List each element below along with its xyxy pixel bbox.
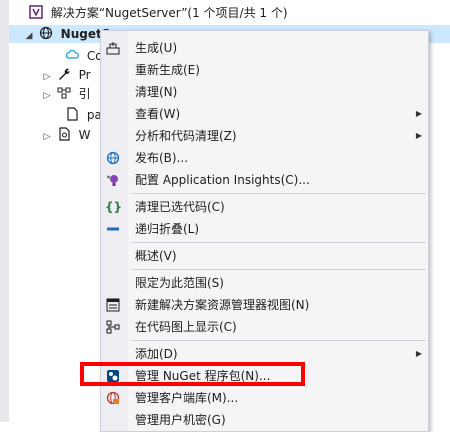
menu-item-overview[interactable]: 概述(V): [101, 245, 428, 267]
highlight-annotation-box: [80, 362, 305, 386]
menu-item-app-insights[interactable]: 配置 Application Insights(C)...: [101, 169, 428, 191]
solution-node[interactable]: 解决方案“NugetServer”(1 个项目/共 1 个): [29, 4, 288, 22]
menu-item-show-on-code-map[interactable]: 在代码图上显示(C): [101, 316, 428, 338]
menu-item-publish[interactable]: 发布(B)...: [101, 147, 428, 169]
collapse-icon: [105, 222, 121, 236]
client-lib-icon: [105, 391, 121, 405]
collapsed-arrow-icon[interactable]: ▷: [41, 87, 53, 105]
publish-globe-icon: [105, 151, 121, 165]
project-globe-icon: [39, 26, 52, 40]
code-map-icon: [105, 320, 121, 334]
submenu-arrow-icon: ▶: [415, 349, 422, 358]
submenu-arrow-icon: ▶: [415, 109, 422, 118]
tree-item-file[interactable]: pa: [65, 106, 102, 124]
menu-separator: [131, 193, 426, 194]
wrench-icon: [58, 68, 70, 80]
solution-explorer-left-strip: [0, 0, 9, 422]
menu-item-analyze[interactable]: 分析和代码清理(Z) ▶: [101, 125, 428, 147]
menu-item-build[interactable]: 生成(U): [101, 37, 428, 59]
collapsed-arrow-icon[interactable]: ▷: [41, 128, 53, 146]
menu-item-collapse-all[interactable]: 递归折叠(L): [101, 218, 428, 240]
tree-item-references[interactable]: ▷ 引: [41, 85, 91, 103]
file-icon: [67, 107, 78, 121]
menu-item-new-explorer-view[interactable]: 新建解决方案资源管理器视图(N): [101, 294, 428, 316]
menu-item-manage-user-secrets[interactable]: 管理用户机密(G): [101, 409, 428, 431]
collapsed-arrow-icon[interactable]: ▷: [41, 68, 53, 86]
menu-separator: [131, 340, 426, 341]
menu-separator: [131, 242, 426, 243]
menu-item-manage-client-libs[interactable]: 管理客户端库(M)...: [101, 387, 428, 409]
tree-item-connected[interactable]: Co: [65, 47, 103, 65]
submenu-arrow-icon: ▶: [415, 131, 422, 140]
menu-separator: [131, 269, 426, 270]
cloud-icon: [65, 49, 79, 59]
menu-item-rebuild[interactable]: 重新生成(E): [101, 59, 428, 81]
braces-icon: {}: [105, 200, 123, 214]
new-view-icon: [105, 298, 121, 312]
config-icon: [59, 127, 70, 141]
menu-item-scope-to-this[interactable]: 限定为此范围(S): [101, 272, 428, 294]
menu-item-view[interactable]: 查看(W) ▶: [101, 103, 428, 125]
insights-icon: [105, 173, 121, 187]
menu-item-cleanup-selected[interactable]: {} 清理已选代码(C): [101, 196, 428, 218]
references-icon: [57, 87, 71, 99]
solution-icon: [29, 5, 43, 19]
tree-item-properties[interactable]: ▷ Pr: [41, 66, 91, 84]
menu-item-clean[interactable]: 清理(N): [101, 81, 428, 103]
solution-label: 解决方案“NugetServer”(1 个项目/共 1 个): [50, 6, 288, 20]
build-icon: [105, 41, 121, 55]
expanded-arrow-icon[interactable]: ◢: [23, 27, 35, 45]
tree-item-config[interactable]: ▷ W: [41, 126, 91, 144]
